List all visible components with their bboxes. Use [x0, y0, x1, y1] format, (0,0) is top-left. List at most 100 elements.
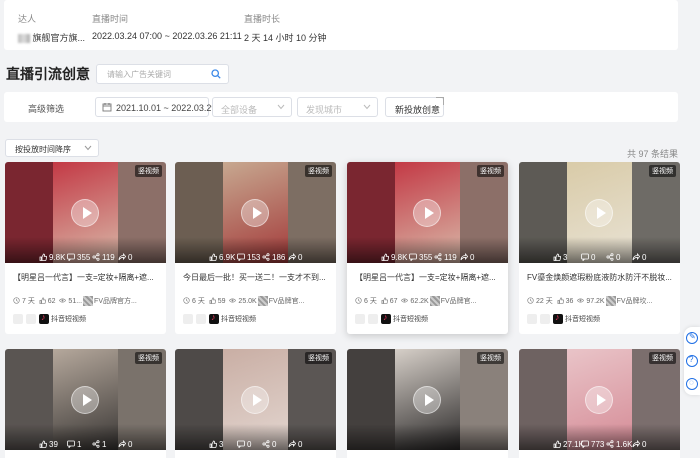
brand-name[interactable]: FV品牌官...	[269, 296, 305, 306]
brand-name[interactable]: FV品牌坎...	[617, 296, 653, 306]
city-select[interactable]: 发现城市	[297, 97, 378, 117]
comments-stat: 355	[409, 253, 432, 262]
platform-row: 抖音短视频	[527, 312, 600, 325]
play-icon[interactable]	[413, 199, 441, 227]
creative-card[interactable]: 竖视频 3 0 0 0	[175, 349, 336, 458]
platform-label: 抖音短视频	[393, 316, 428, 323]
likes-stat: 39	[39, 440, 58, 449]
tag-icon	[527, 314, 537, 325]
new-creative-button[interactable]: 新投放创意	[385, 97, 444, 117]
video-thumbnail[interactable]: 竖视频 3 0 0 0	[175, 349, 336, 450]
like-icon	[553, 440, 563, 449]
forwards-count: 0	[642, 253, 647, 262]
streamer-name[interactable]: 旗舰官方旗...	[33, 33, 86, 43]
share-icon	[262, 440, 272, 449]
creative-card[interactable]: 竖视频 9.8K 355 119 0 【明星吕一代言】一支=定妆+隔离+遮... 7 天 6…	[5, 162, 166, 334]
device-select[interactable]: 全部设备	[212, 97, 292, 117]
search-icon[interactable]	[211, 69, 221, 79]
creative-title[interactable]: 今日最后一批！买一送二！一支才不到...	[183, 272, 329, 283]
vertical-video-badge: 竖视频	[477, 352, 504, 364]
video-thumbnail[interactable]: 竖视频 9.8K 355 119 0	[347, 162, 508, 263]
date-range-picker[interactable]: 2021.10.01 ~ 2022.03.29	[95, 97, 216, 117]
help-icon[interactable]: ?	[686, 355, 698, 367]
vertical-video-badge: 竖视频	[305, 352, 332, 364]
creative-card[interactable]: 竖视频	[347, 349, 508, 458]
platform-row: 抖音短视频	[183, 312, 256, 325]
chat-icon[interactable]: ◌	[686, 378, 698, 390]
play-icon[interactable]	[241, 199, 269, 227]
forwards-stat: 0	[288, 252, 302, 262]
shares-count: 0	[616, 253, 621, 262]
video-thumbnail[interactable]: 竖视频 9.8K 355 119 0	[5, 162, 166, 263]
search-input[interactable]	[97, 65, 207, 83]
creative-card[interactable]: 竖视频 9.8K 355 119 0 【明星吕一代言】一支=定妆+隔离+遮... 6 天 6…	[347, 162, 508, 334]
shares-stat: 119	[434, 253, 457, 262]
likes-stat: 6.9K	[209, 253, 235, 262]
chevron-down-icon	[363, 104, 371, 110]
floating-toolbar: ✎ ? ◌	[684, 327, 700, 395]
likes-stat: 9.8K	[381, 253, 407, 262]
comments-count: 355	[419, 253, 433, 262]
douyin-icon	[381, 312, 391, 325]
clock-icon	[183, 297, 192, 305]
comments-count: 153	[247, 253, 261, 262]
forwards-stat: 0	[288, 439, 302, 449]
engagement-stats: 6.9K 153 186 0	[175, 252, 336, 263]
likes-count: 9.8K	[49, 253, 66, 262]
feedback-icon[interactable]: ✎	[686, 332, 698, 344]
play-icon[interactable]	[241, 386, 269, 414]
views-count: 62.2K	[410, 297, 429, 305]
forwards-count: 0	[642, 440, 647, 449]
creative-title[interactable]: 【明星吕一代言】一支=定妆+隔离+遮...	[13, 272, 159, 283]
platform-label: 抖音短视频	[565, 316, 600, 323]
shares-count: 1.6K	[616, 440, 633, 449]
video-thumbnail[interactable]: 竖视频 6.9K 153 186 0	[175, 162, 336, 263]
shares-stat: 186	[262, 253, 285, 262]
forwards-count: 0	[470, 253, 475, 262]
like-icon	[209, 440, 219, 449]
vertical-video-badge: 竖视频	[135, 165, 162, 177]
creative-card[interactable]: 竖视频 39 1 1 0	[5, 349, 166, 458]
forward-icon	[288, 252, 298, 262]
likes-count: 9.8K	[391, 253, 408, 262]
brand-name[interactable]: FV品牌官方...	[94, 296, 137, 306]
play-icon[interactable]	[71, 199, 99, 227]
engagement-stats: 3 0 0 0	[519, 252, 680, 263]
share-icon	[606, 253, 616, 262]
play-icon[interactable]	[413, 386, 441, 414]
advanced-filter-label: 高级筛选	[28, 104, 65, 114]
forward-icon	[632, 439, 642, 449]
video-thumbnail[interactable]: 竖视频	[347, 349, 508, 450]
play-icon[interactable]	[585, 386, 613, 414]
vertical-video-badge: 竖视频	[305, 165, 332, 177]
creative-title[interactable]: 【明星吕一代言】一支=定妆+隔离+遮...	[355, 272, 501, 283]
brand-name[interactable]: FV品牌官...	[441, 296, 477, 306]
platform-row: 抖音短视频	[13, 312, 86, 325]
creative-card[interactable]: 竖视频 27.1K 773 1.6K 0	[519, 349, 680, 458]
corner-mark-icon	[436, 97, 444, 105]
creative-card[interactable]: 竖视频 3 0 0 0 FV鎏金焕颜遮瑕粉底液防水防汗不脱妆... 22 天 36 97.2…	[519, 162, 680, 334]
play-icon[interactable]	[71, 386, 99, 414]
sort-select[interactable]: 按投放时间降序	[5, 139, 99, 157]
comment-icon	[581, 440, 591, 449]
vertical-video-badge: 竖视频	[649, 352, 676, 364]
tag-icon	[183, 314, 193, 325]
device-select-placeholder: 全部设备	[221, 105, 258, 115]
like-icon	[553, 253, 563, 262]
comments-stat: 0	[581, 253, 595, 262]
sort-select-value: 按投放时间降序	[15, 145, 71, 154]
search-box[interactable]	[96, 64, 229, 84]
video-thumbnail[interactable]: 竖视频 27.1K 773 1.6K 0	[519, 349, 680, 450]
creative-card[interactable]: 竖视频 6.9K 153 186 0 今日最后一批！买一送二！一支才不到... 6 天 59…	[175, 162, 336, 334]
live-time-info: 直播时间 2022.03.24 07:00 ~ 2022.03.26 21:11	[92, 12, 242, 41]
video-thumbnail[interactable]: 竖视频 39 1 1 0	[5, 349, 166, 450]
video-thumbnail[interactable]: 竖视频 3 0 0 0	[519, 162, 680, 263]
comments-count: 773	[591, 440, 605, 449]
calendar-icon	[102, 103, 112, 112]
creative-title[interactable]: FV鎏金焕颜遮瑕粉底液防水防汗不脱妆...	[527, 272, 673, 283]
comments-stat: 153	[237, 253, 260, 262]
comment-icon	[67, 440, 77, 449]
play-icon[interactable]	[585, 199, 613, 227]
comment-icon	[237, 440, 247, 449]
engagement-stats: 9.8K 355 119 0	[5, 252, 166, 263]
